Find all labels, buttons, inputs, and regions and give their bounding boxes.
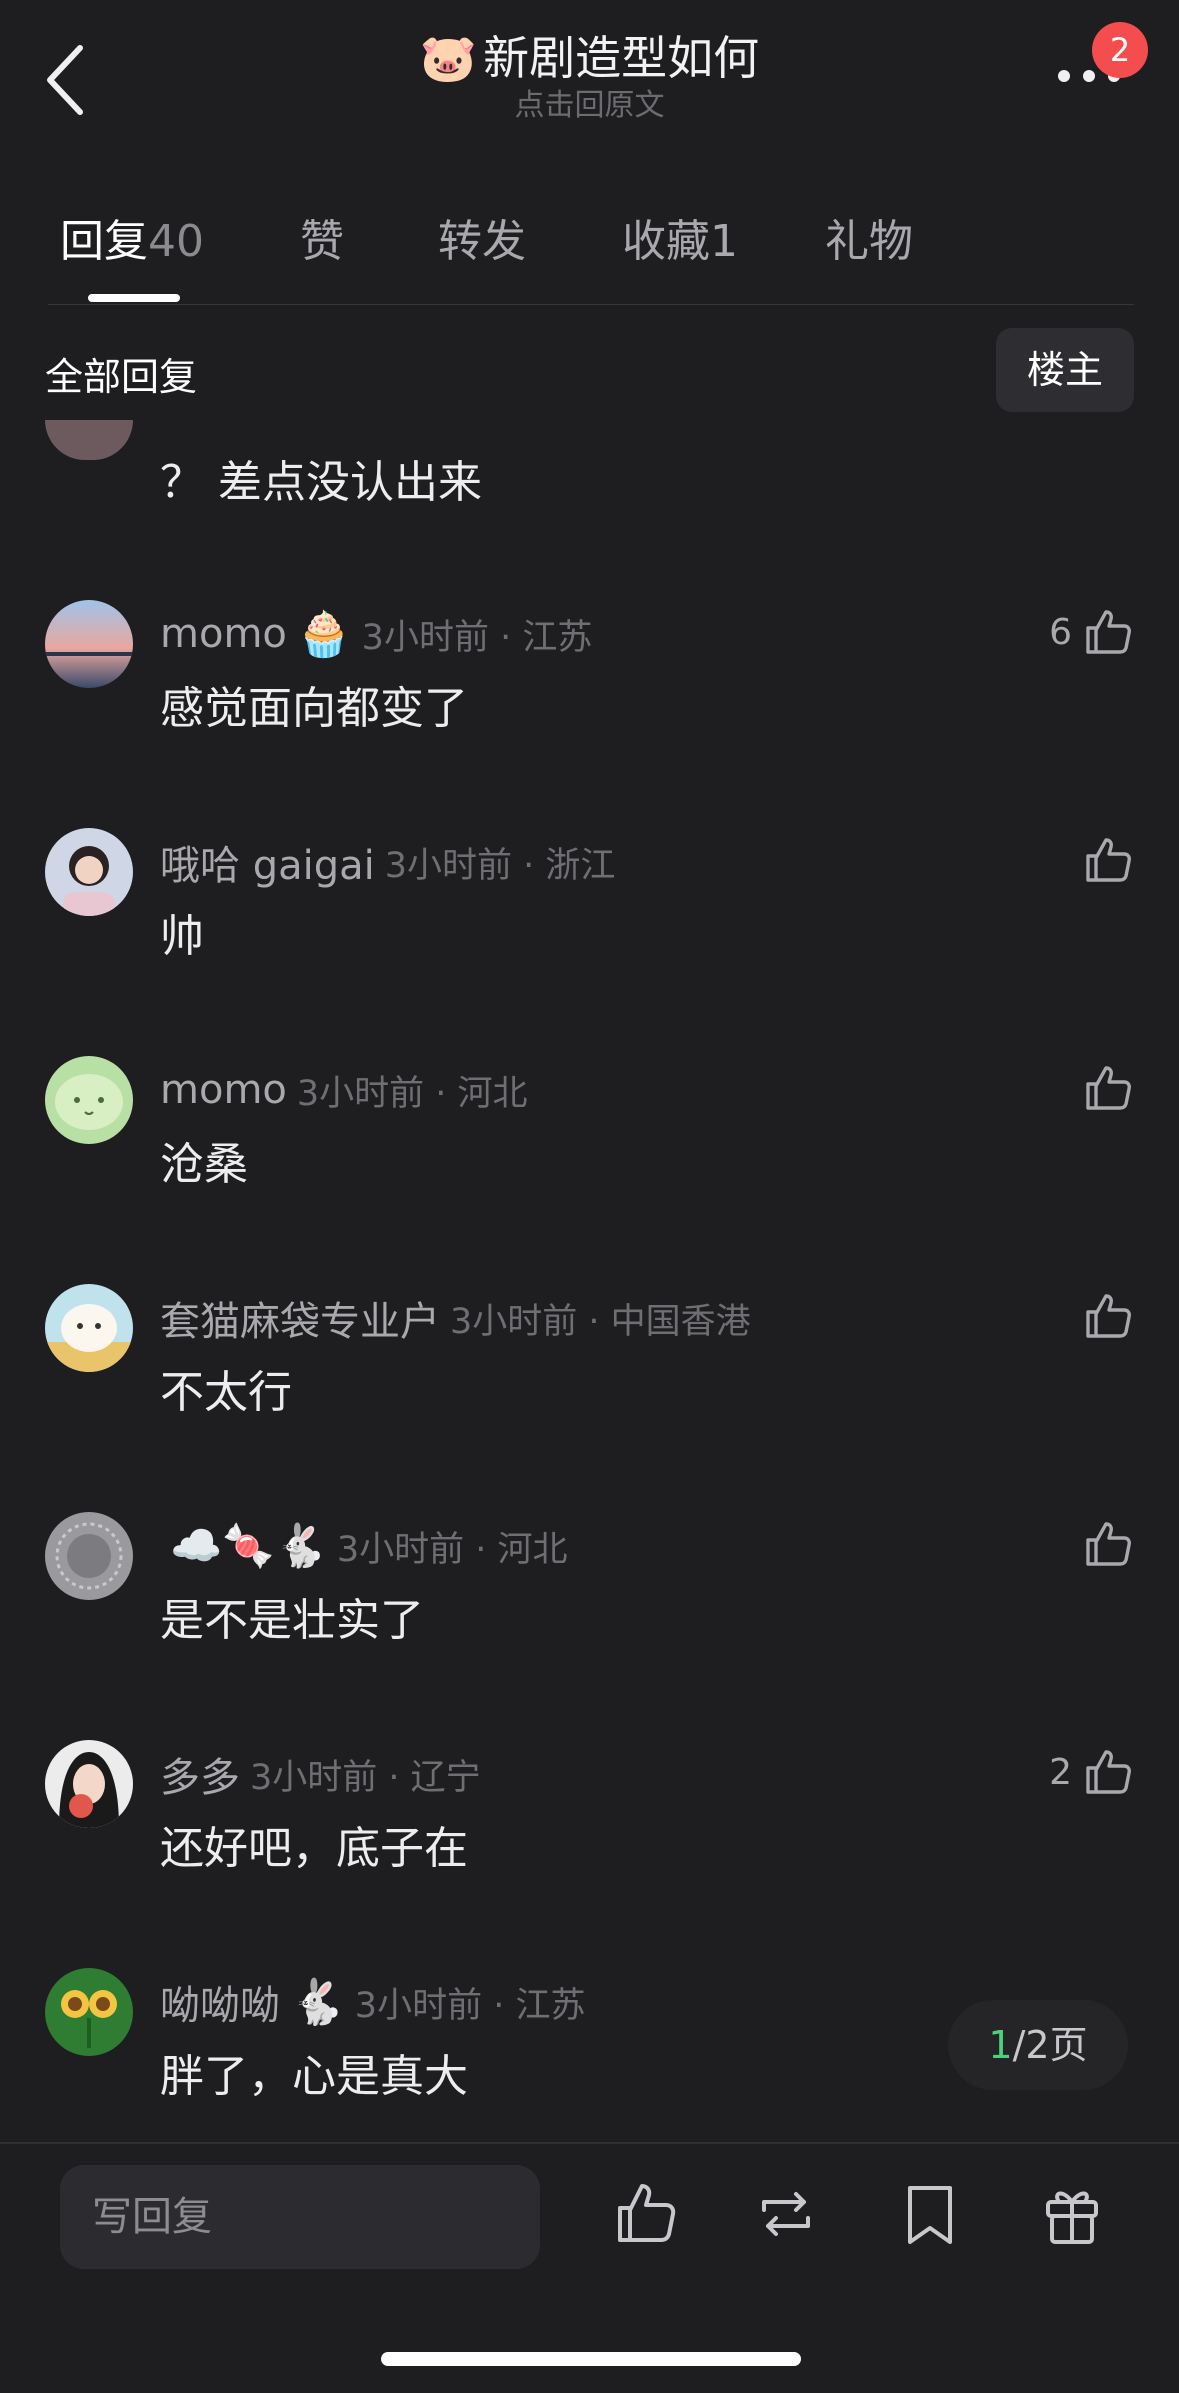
bookmark-icon[interactable] xyxy=(898,2180,962,2248)
tab-label: 回复 xyxy=(60,216,148,267)
avatar[interactable] xyxy=(45,1284,133,1372)
username[interactable]: 套猫麻袋专业户 xyxy=(160,1289,440,1347)
active-tab-indicator xyxy=(88,294,180,302)
time-location: 3小时前 · 河北 xyxy=(296,1073,528,1114)
like-count: 6 xyxy=(1049,611,1072,653)
tab-label: 礼物 xyxy=(825,216,913,267)
comment-item[interactable]: 哦哈 gaigai 3小时前 · 浙江 帅 xyxy=(0,828,1179,1008)
comment-item[interactable]: momo 3小时前 · 河北 沧桑 xyxy=(0,1056,1179,1236)
thumbs-up-icon xyxy=(1086,1066,1131,1110)
post-title: 新剧造型如何 xyxy=(483,31,760,85)
avatar[interactable] xyxy=(45,1512,133,1600)
time-location: 3小时前 · 中国香港 xyxy=(450,1301,751,1342)
like-button[interactable]: 2 xyxy=(1049,1740,1134,1804)
tab-count: 1 xyxy=(710,216,738,267)
comment-item[interactable]: 套猫麻袋专业户 3小时前 · 中国香港 不太行 xyxy=(0,1284,1179,1464)
comment-item[interactable]: 多多 3小时前 · 辽宁 还好吧，底子在 2 xyxy=(0,1740,1179,1920)
like-button[interactable]: 6 xyxy=(1049,600,1134,664)
tab-label: 赞 xyxy=(300,216,344,267)
current-page: 1 xyxy=(988,2023,1013,2067)
bottom-divider xyxy=(0,2142,1179,2144)
reply-input[interactable]: 写回复 xyxy=(60,2165,540,2269)
notification-badge: 2 xyxy=(1092,22,1148,78)
tab-reposts[interactable]: 转发 xyxy=(438,205,526,269)
time-location: 3小时前 · 河北 xyxy=(336,1529,568,1570)
tab-gifts[interactable]: 礼物 xyxy=(825,205,913,269)
tab-replies[interactable]: 回复40 xyxy=(60,205,204,269)
avatar[interactable] xyxy=(45,1968,133,2056)
username[interactable]: 哦哈 gaigai xyxy=(160,833,375,891)
thumbs-up-icon xyxy=(1086,838,1131,882)
tab-label: 转发 xyxy=(438,216,526,267)
like-button[interactable] xyxy=(1082,1056,1134,1120)
thumbs-up-icon xyxy=(1086,1522,1131,1566)
user-badge-emoji: 🧁 xyxy=(296,609,352,660)
like-button[interactable] xyxy=(1082,1512,1134,1576)
thumbs-up-icon xyxy=(1086,1750,1131,1794)
username[interactable]: 多多 xyxy=(160,1745,240,1803)
tab-likes[interactable]: 赞 xyxy=(300,205,344,269)
repost-icon[interactable] xyxy=(754,2180,818,2248)
thumbs-up-icon xyxy=(1086,610,1131,654)
total-pages: /2页 xyxy=(1012,2023,1088,2067)
time-location: 3小时前 · 辽宁 xyxy=(250,1757,481,1798)
user-badge-emoji: 🐇 xyxy=(290,1977,345,2028)
username-emoji[interactable]: ☁️🍬🐇 xyxy=(170,1521,327,1571)
avatar[interactable] xyxy=(45,1740,133,1828)
tab-bar: 回复40 赞 转发 收藏1 礼物 xyxy=(0,205,1179,275)
owner-only-button[interactable]: 楼主 xyxy=(996,328,1134,412)
comment-item[interactable]: momo 🧁 3小时前 · 江苏 感觉面向都变了 6 xyxy=(0,600,1179,780)
time-location: 3小时前 · 江苏 xyxy=(361,617,593,658)
avatar[interactable] xyxy=(45,420,133,460)
username[interactable]: 呦呦呦 xyxy=(160,1973,280,2031)
title-area[interactable]: 🐷 新剧造型如何 点击回原文 xyxy=(0,28,1179,124)
home-indicator[interactable] xyxy=(381,2352,801,2366)
gift-icon[interactable] xyxy=(1040,2180,1104,2248)
time-location: 3小时前 · 浙江 xyxy=(384,845,616,886)
comment-text: 沧桑 xyxy=(160,1139,248,1190)
time-location: 3小时前 · 江苏 xyxy=(354,1985,586,2026)
tab-favorites[interactable]: 收藏1 xyxy=(622,205,738,269)
avatar[interactable] xyxy=(45,1056,133,1144)
all-replies-label: 全部回复 xyxy=(45,355,198,399)
tab-count: 40 xyxy=(148,216,204,267)
like-count: 2 xyxy=(1049,1751,1072,1793)
comment-text: 帅 xyxy=(160,911,204,962)
back-to-original-link[interactable]: 点击回原文 xyxy=(0,88,1179,124)
avatar[interactable] xyxy=(45,828,133,916)
comment-text: 还好吧，底子在 xyxy=(160,1823,468,1874)
pig-emoji: 🐷 xyxy=(419,31,478,85)
thumbs-up-icon xyxy=(1086,1294,1131,1338)
comment-text: 胖了，心是真大 xyxy=(160,2051,468,2102)
comment-item[interactable]: ☁️🍬🐇 3小时前 · 河北 是不是壮实了 xyxy=(0,1512,1179,1692)
like-button[interactable] xyxy=(1082,1284,1134,1348)
comment-text: 感觉面向都变了 xyxy=(160,683,468,734)
username[interactable]: momo xyxy=(160,611,287,657)
comment-text: 不太行 xyxy=(160,1367,292,1418)
tab-divider xyxy=(48,304,1134,305)
username[interactable]: momo xyxy=(160,1067,287,1113)
page-indicator[interactable]: 1/2页 xyxy=(948,2000,1128,2090)
tab-label: 收藏 xyxy=(622,216,710,267)
comment-text: 是不是壮实了 xyxy=(160,1595,424,1646)
avatar[interactable] xyxy=(45,600,133,688)
comment-text: ？ 差点没认出来 xyxy=(160,457,482,508)
like-icon[interactable] xyxy=(614,2180,678,2248)
like-button[interactable] xyxy=(1082,828,1134,892)
